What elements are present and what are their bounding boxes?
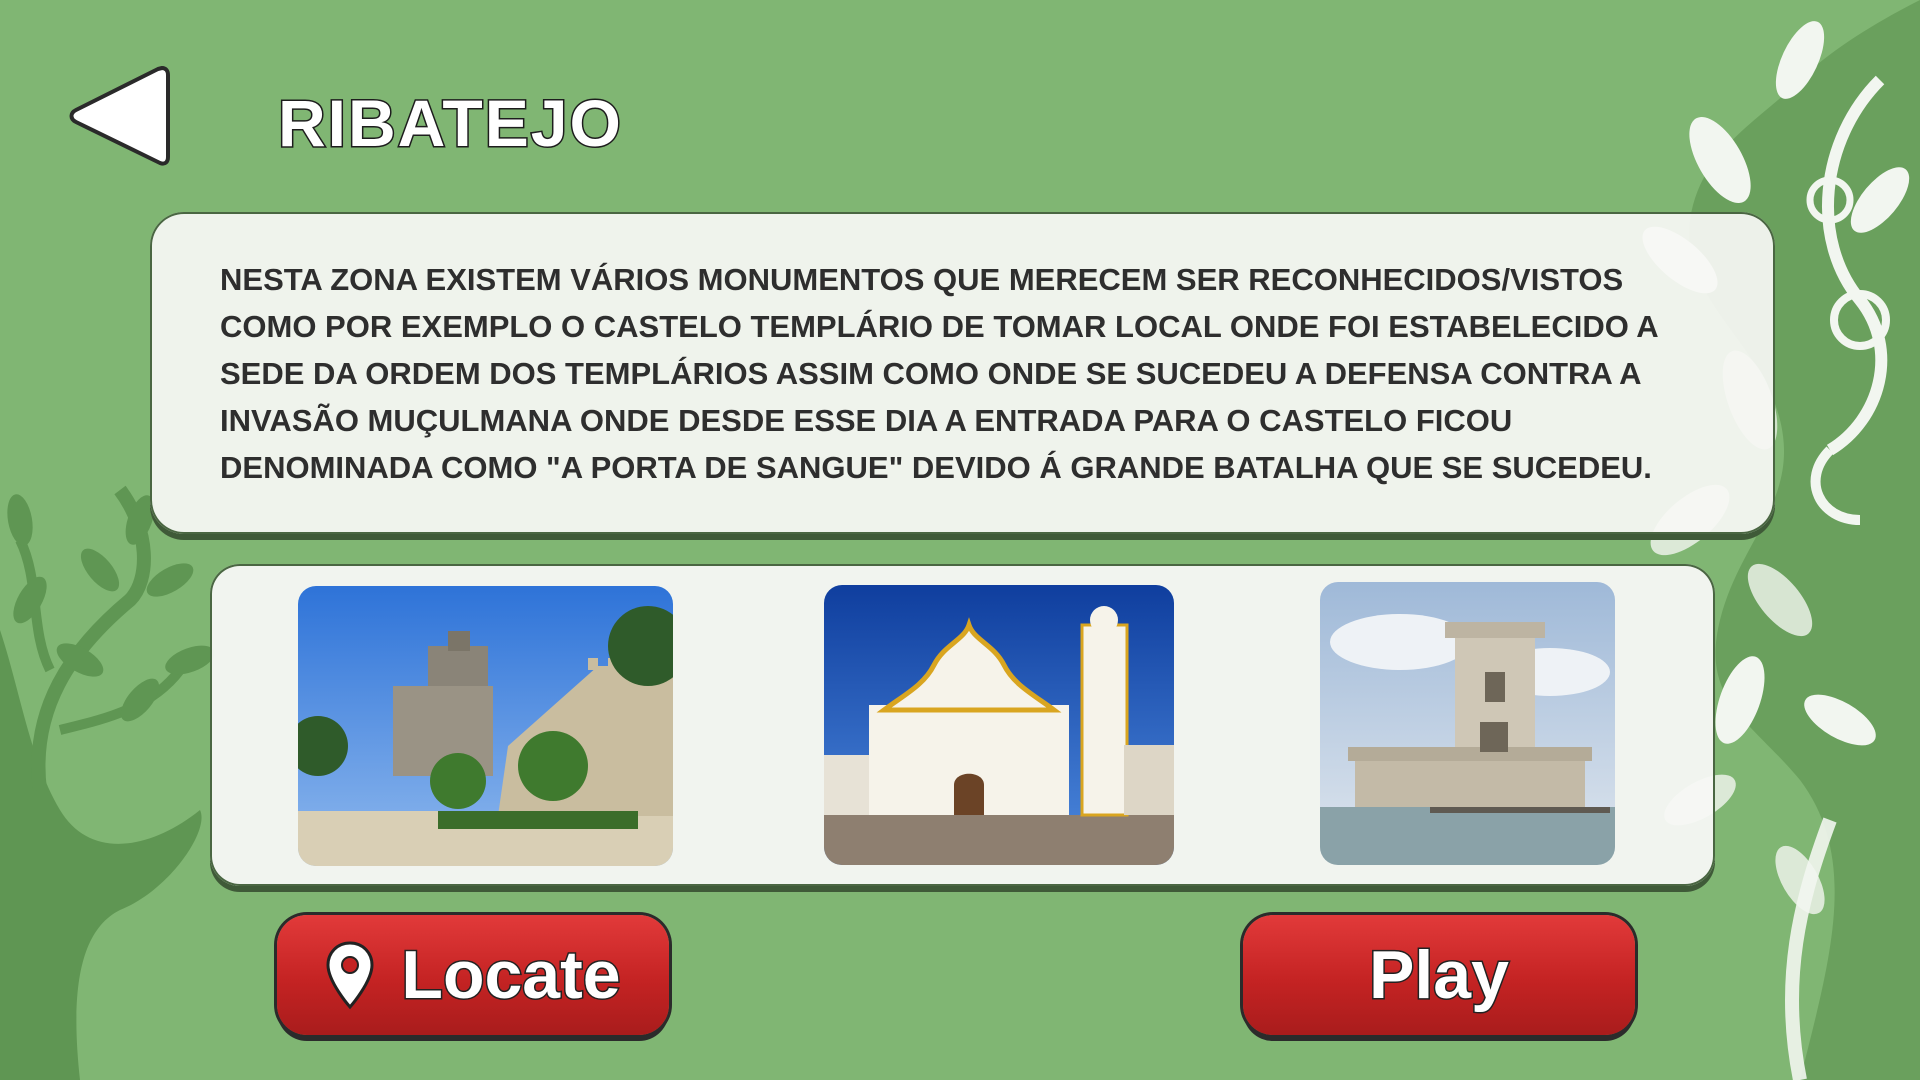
back-button[interactable] bbox=[66, 62, 170, 170]
page-title: RIBATEJO bbox=[277, 86, 623, 160]
tower-photo[interactable] bbox=[1320, 582, 1615, 865]
church-photo[interactable] bbox=[824, 585, 1174, 865]
description-text: NESTA ZONA EXISTEM VÁRIOS MONUMENTOS QUE… bbox=[220, 262, 1658, 485]
map-pin-icon bbox=[326, 941, 374, 1010]
play-button[interactable]: Play bbox=[1243, 915, 1635, 1035]
castle-photo[interactable] bbox=[298, 586, 673, 866]
photo-gallery bbox=[210, 564, 1715, 886]
play-label: Play bbox=[1368, 936, 1511, 1015]
locate-label: Locate bbox=[400, 936, 622, 1015]
back-arrow-icon bbox=[69, 66, 170, 166]
locate-button[interactable]: Locate bbox=[277, 915, 669, 1035]
description-card: NESTA ZONA EXISTEM VÁRIOS MONUMENTOS QUE… bbox=[150, 212, 1775, 534]
